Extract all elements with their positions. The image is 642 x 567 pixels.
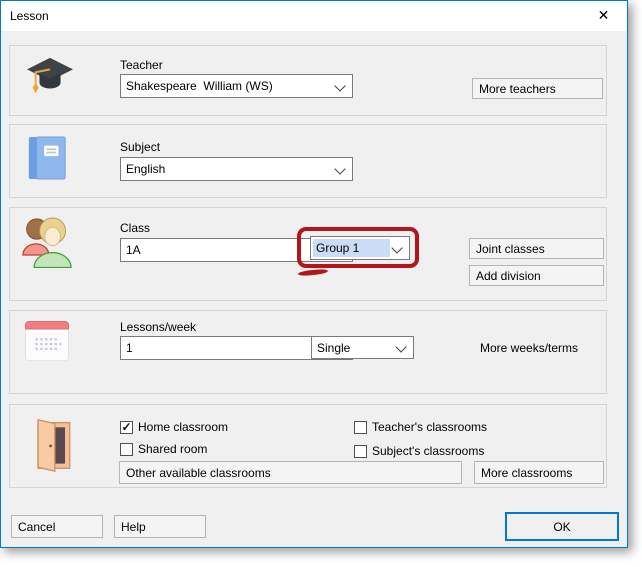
shared-room-checkbox[interactable]: Shared room xyxy=(120,441,207,457)
checkbox-box xyxy=(120,443,133,456)
more-classrooms-button[interactable]: More classrooms xyxy=(474,461,604,484)
ok-button[interactable]: OK xyxy=(505,512,619,541)
home-classroom-checkbox[interactable]: ✓ Home classroom xyxy=(120,419,228,435)
lessons-per-week-label: Lessons/week xyxy=(120,320,196,334)
open-door-icon xyxy=(30,418,74,472)
subject-section: Subject English xyxy=(9,124,607,198)
classrooms-section: ✓ Home classroom Shared room Teacher's c… xyxy=(9,404,607,488)
window-title: Lesson xyxy=(10,9,49,23)
book-icon xyxy=(27,136,67,180)
checkbox-box xyxy=(354,445,367,458)
lessons-week-section: Lessons/week 1 Single More weeks/terms xyxy=(9,310,607,394)
checkbox-check-icon: ✓ xyxy=(120,421,133,434)
home-classroom-label: Home classroom xyxy=(138,420,228,434)
help-button[interactable]: Help xyxy=(114,515,206,538)
teacher-select-value: Shakespeare William (WS) xyxy=(126,75,330,97)
more-teachers-button[interactable]: More teachers xyxy=(472,78,603,99)
joint-classes-button[interactable]: Joint classes xyxy=(469,238,604,259)
shared-room-label: Shared room xyxy=(138,442,207,456)
teachers-classrooms-label: Teacher's classrooms xyxy=(372,420,487,434)
close-icon: ✕ xyxy=(598,7,610,24)
subjects-classrooms-checkbox[interactable]: Subject's classrooms xyxy=(354,443,484,459)
title-bar: Lesson ✕ xyxy=(1,1,627,31)
close-button[interactable]: ✕ xyxy=(581,1,626,30)
chevron-down-icon xyxy=(395,341,406,352)
teacher-select[interactable]: Shakespeare William (WS) xyxy=(120,74,353,98)
class-select-value: 1A xyxy=(126,239,330,261)
graduation-cap-icon xyxy=(24,55,76,101)
frequency-select[interactable]: Single xyxy=(311,336,414,359)
teacher-label: Teacher xyxy=(120,58,163,72)
class-section: Class 1A Group 1 Joint classes Add divis… xyxy=(9,207,607,301)
lesson-dialog: Lesson ✕ Teacher Shakespeare William (WS… xyxy=(0,0,628,548)
more-weeks-terms-label: More weeks/terms xyxy=(480,341,578,355)
lessons-per-week-value: 1 xyxy=(126,337,330,359)
frequency-select-value: Single xyxy=(317,337,391,358)
subjects-classrooms-label: Subject's classrooms xyxy=(372,444,484,458)
other-available-classrooms-button[interactable]: Other available classrooms xyxy=(119,461,462,484)
students-icon xyxy=(22,216,72,268)
subject-label: Subject xyxy=(120,140,160,154)
calendar-icon xyxy=(24,320,70,362)
add-division-button[interactable]: Add division xyxy=(469,265,604,286)
chevron-down-icon xyxy=(334,163,345,174)
group-select-value: Group 1 xyxy=(313,239,390,257)
checkbox-box xyxy=(354,421,367,434)
subject-select[interactable]: English xyxy=(120,157,353,181)
subject-select-value: English xyxy=(126,158,330,180)
teachers-classrooms-checkbox[interactable]: Teacher's classrooms xyxy=(354,419,487,435)
chevron-down-icon xyxy=(334,80,345,91)
teacher-section: Teacher Shakespeare William (WS) More te… xyxy=(9,45,607,116)
class-label: Class xyxy=(120,221,150,235)
group-select[interactable]: Group 1 xyxy=(310,236,410,260)
cancel-button[interactable]: Cancel xyxy=(11,515,103,538)
chevron-down-icon xyxy=(391,242,402,253)
